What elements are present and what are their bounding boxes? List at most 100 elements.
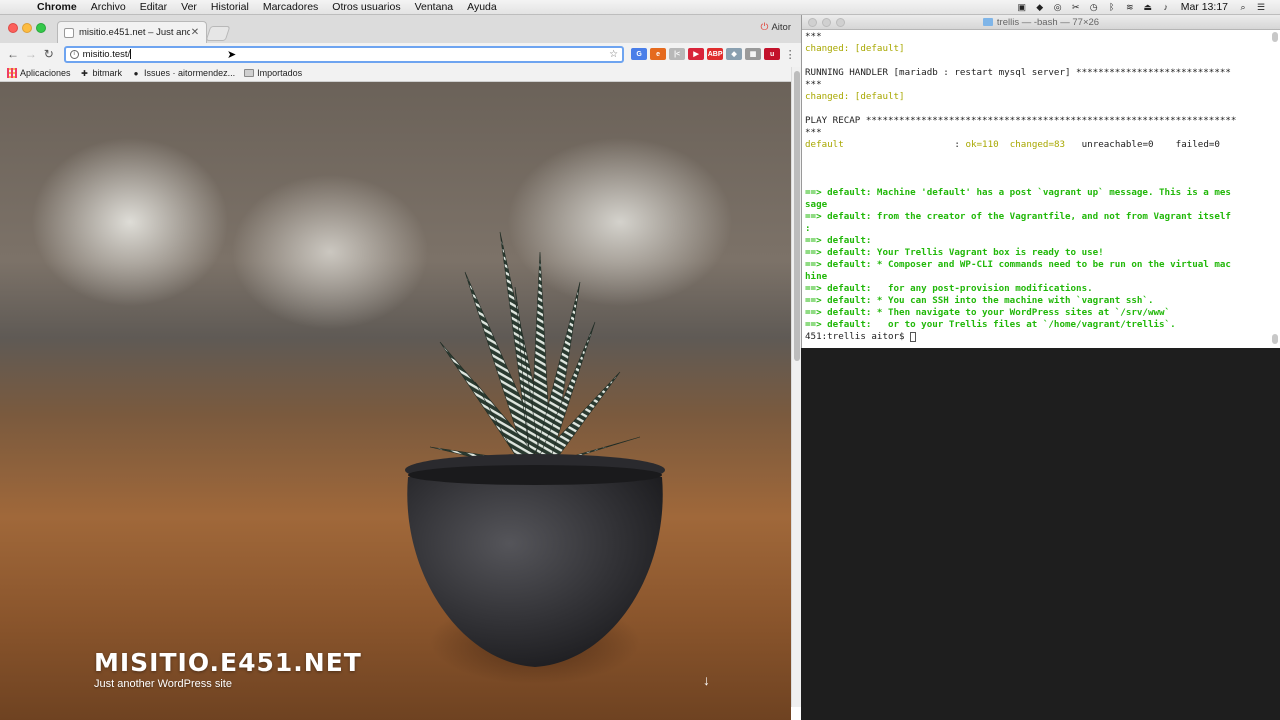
terminal-line: ==> default: * Then navigate to your Wor… — [805, 307, 1171, 318]
close-window-button[interactable] — [8, 23, 18, 33]
bookmark-issues[interactable]: ● Issues · aitormendez... — [131, 68, 235, 78]
dropbox-icon[interactable]: ◆ — [1031, 1, 1049, 13]
close-tab-icon[interactable]: ✕ — [190, 27, 200, 38]
terminal-line: ==> default: or to your Trellis files at… — [805, 319, 1176, 330]
menu-item-archivo[interactable]: Archivo — [84, 1, 133, 13]
bluetooth-icon[interactable]: ᛒ — [1103, 1, 1121, 13]
back-icon[interactable]: ← — [4, 47, 22, 61]
reload-icon[interactable]: ↻ — [40, 47, 58, 61]
network-icon[interactable]: ◎ — [1049, 1, 1067, 13]
tab-strip: misitio.e451.net – Just another WordPres… — [0, 15, 801, 43]
terminal-scrollbar[interactable] — [1272, 32, 1278, 344]
terminal-line: ==> default: * You can SSH into the mach… — [805, 295, 1154, 306]
arrow-down-icon[interactable]: ↓ — [703, 672, 710, 688]
screen-icon[interactable]: ▣ — [1013, 1, 1031, 13]
volume-icon[interactable]: ♪ — [1157, 1, 1175, 13]
profile-button[interactable]: ⏻ Aitor — [761, 22, 791, 33]
adblock-icon[interactable]: ABP — [707, 48, 724, 60]
ext-pin-icon[interactable]: ◆ — [726, 48, 743, 60]
new-tab-button[interactable] — [205, 26, 231, 41]
wifi-icon[interactable]: ≋ — [1121, 1, 1139, 13]
terminal-output[interactable]: *** changed: [default] RUNNING HANDLER [m… — [802, 30, 1280, 343]
bookmark-label: Aplicaciones — [20, 68, 71, 78]
chrome-menu-icon[interactable]: ⋮ — [783, 48, 797, 61]
close-window-button[interactable] — [808, 18, 817, 27]
profile-name: Aitor — [771, 22, 791, 33]
terminal-line: *** — [805, 31, 822, 42]
terminal-line: default : ok=110 changed=83 unreachable=… — [805, 139, 1220, 150]
site-tagline: Just another WordPress site — [94, 678, 232, 690]
menu-item-historial[interactable]: Historial — [204, 1, 256, 13]
folder-icon — [244, 69, 255, 77]
menu-item-chrome[interactable]: Chrome — [30, 1, 84, 13]
tab-misitio[interactable]: misitio.e451.net – Just another WordPres… — [57, 21, 207, 43]
minimize-window-button[interactable] — [822, 18, 831, 27]
terminal-line: changed: [default] — [805, 43, 905, 54]
plus-icon: ✚ — [81, 68, 88, 78]
bookmarks-bar: Aplicaciones ✚ bitmark ● Issues · aitorm… — [0, 65, 801, 82]
eject-icon[interactable]: ⏏ — [1139, 1, 1157, 13]
bookmark-importados[interactable]: Importados — [244, 68, 302, 78]
ext-orange-icon[interactable]: e — [650, 48, 667, 60]
terminal-line: ==> default: * Composer and WP-CLI comma… — [805, 259, 1231, 270]
status-area: ▣ ◆ ◎ ✂ ◷ ᛒ ≋ ⏏ ♪ Mar 13:17 ⌕ ☰ — [1013, 0, 1280, 15]
site-title[interactable]: MISITIO.E451.NET — [94, 648, 362, 677]
timemachine-icon[interactable]: ◷ — [1085, 1, 1103, 13]
terminal-line: : — [805, 223, 811, 234]
ext-square-icon[interactable]: ▦ — [745, 48, 762, 60]
scissors-icon[interactable]: ✂ — [1067, 1, 1085, 13]
menu-item-ventana[interactable]: Ventana — [408, 1, 461, 13]
spotlight-search-icon[interactable]: ⌕ — [1234, 1, 1252, 13]
hero-plant-image — [405, 231, 665, 667]
bookmark-label: Issues · aitormendez... — [144, 68, 236, 78]
ext-red-play-icon[interactable]: ▶ — [688, 48, 705, 60]
translate-icon[interactable]: G — [631, 48, 648, 60]
terminal-cursor — [910, 331, 917, 342]
ublock-icon[interactable]: u — [764, 48, 781, 60]
menu-item-editar[interactable]: Editar — [133, 1, 174, 13]
chrome-window: misitio.e451.net – Just another WordPres… — [0, 15, 801, 720]
terminal-line: hine — [805, 271, 828, 282]
page-favicon-icon — [64, 27, 74, 38]
minimize-window-button[interactable] — [22, 23, 32, 33]
terminal-line: *** — [805, 127, 822, 138]
profile-avatar-icon: ⏻ — [760, 22, 769, 33]
terminal-prompt[interactable]: 451:trellis aitor$ — [805, 331, 1280, 343]
zoom-window-button[interactable] — [36, 23, 46, 33]
menu-item-ayuda[interactable]: Ayuda — [460, 1, 504, 13]
tab-title: misitio.e451.net – Just another WordPres… — [79, 27, 190, 38]
notification-center-icon[interactable]: ☰ — [1252, 1, 1270, 13]
menu-bar: Chrome Archivo Editar Ver Historial Marc… — [0, 0, 1280, 15]
menu-item-marcadores[interactable]: Marcadores — [256, 1, 325, 13]
bookmark-star-icon[interactable]: ☆ — [609, 49, 618, 60]
bookmark-bitmark[interactable]: ✚ bitmark — [80, 68, 123, 78]
terminal-titlebar: trellis — -bash — 77×26 — [802, 15, 1280, 30]
browser-toolbar: ← → ↻ i misitio.test/ ☆ Ge |< ▶ ABP ◆ ▦ u ⋮ — [0, 43, 801, 65]
scrollbar-thumb[interactable] — [794, 71, 800, 361]
terminal-window: trellis — -bash — 77×26 *** changed: [def… — [801, 15, 1280, 348]
github-icon: ● — [133, 68, 139, 78]
page-scrollbar[interactable] — [791, 67, 801, 707]
folder-icon — [982, 18, 993, 26]
site-info-icon[interactable]: i — [69, 49, 79, 59]
menu-item-otros-usuarios[interactable]: Otros usuarios — [325, 1, 407, 13]
terminal-line: RUNNING HANDLER [mariadb : restart mysql… — [805, 67, 1231, 78]
apps-grid-icon — [7, 68, 17, 78]
menu-clock[interactable]: Mar 13:17 — [1175, 1, 1234, 13]
zoom-window-button[interactable] — [836, 18, 845, 27]
bookmark-label: bitmark — [92, 68, 123, 78]
url-text[interactable]: misitio.test/ — [83, 49, 131, 60]
menu-item-ver[interactable]: Ver — [174, 1, 204, 13]
terminal-line: changed: [default] — [805, 91, 905, 102]
bookmark-aplicaciones[interactable]: Aplicaciones — [7, 68, 71, 78]
ext-gray-icon[interactable]: |< — [669, 48, 686, 60]
address-bar[interactable]: i misitio.test/ ☆ — [63, 45, 625, 63]
page-viewport: MISITIO.E451.NET Just another WordPress … — [0, 82, 791, 720]
forward-icon[interactable]: → — [22, 47, 40, 61]
terminal-line: ==> default: for any post-provision modi… — [805, 283, 1093, 294]
bookmark-label: Importados — [257, 68, 303, 78]
terminal-line: PLAY RECAP *****************************… — [805, 115, 1237, 126]
